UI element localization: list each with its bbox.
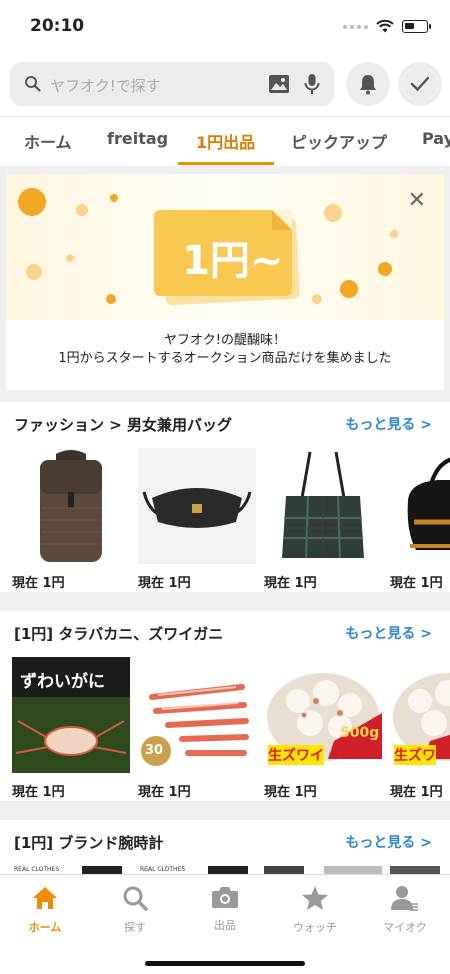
active-tab-indicator [178, 162, 274, 165]
tote-bag-image [264, 448, 382, 564]
count-badge: 30 [145, 743, 164, 758]
section-watches: [1円] ブランド腕時計 もっと見る > REAL CLOTHES REAL C… [0, 820, 450, 880]
banner-line-1: ヤフオク!の醍醐味！ [164, 333, 286, 348]
product-card[interactable]: 30 現在 1円 [138, 657, 256, 800]
battery-icon [402, 20, 431, 33]
section-title: [1円] タラバカニ、ズワイガニ [14, 625, 224, 643]
product-carousel: ずわいがに 現在 1円 30 現在 1円 500g 生ズワイ 現在 1円 生ズワ… [12, 657, 450, 800]
banner-description: ヤフオク!の醍醐味！ 1円からスタートするオークション商品だけを集めました [6, 332, 444, 368]
bell-icon [360, 75, 376, 95]
product-card[interactable]: 生ズワ 現在 1円 [390, 657, 450, 800]
star-icon [302, 886, 328, 910]
tabbar-home[interactable]: ホーム [5, 885, 85, 935]
tabbar-label: ホーム [28, 921, 62, 934]
product-price: 現在 1円 [264, 576, 317, 591]
boston-bag-image [390, 448, 450, 564]
crab-legs-image: 30 [138, 657, 256, 773]
tabbar-watch[interactable]: ウォッチ [275, 885, 355, 935]
waist-bag-image [138, 448, 256, 564]
product-card[interactable]: 現在 1円 [12, 448, 130, 591]
image-search-icon[interactable] [268, 74, 290, 94]
section-bags: ファッション > 男女兼用バッグ もっと見る > 現在 1円 現在 1円 現在 … [0, 402, 450, 592]
camera-icon [212, 887, 238, 908]
home-icon [33, 887, 57, 909]
product-price: 現在 1円 [390, 576, 443, 591]
product-price: 現在 1円 [12, 785, 65, 800]
bottom-tab-bar: ホーム 探す 出品 ウォッチ マイオク [0, 874, 450, 974]
search-icon [123, 886, 148, 911]
wifi-icon [376, 20, 394, 33]
product-card[interactable]: 現在 1円 [138, 448, 256, 591]
tab-pickup[interactable]: ピックアップ [291, 129, 387, 153]
close-banner-button[interactable]: ✕ [408, 188, 426, 213]
tab-1yen[interactable]: 1円出品 [196, 129, 255, 153]
tabbar-label: 出品 [214, 919, 236, 932]
product-price: 現在 1円 [390, 785, 443, 800]
raw-zuwai-label: 生ズワイ [268, 745, 324, 765]
todo-button[interactable] [398, 62, 442, 106]
search-row: ヤフオク!で探す [0, 54, 450, 116]
status-bar: 20:10 [0, 0, 450, 54]
category-tabs: ホーム freitag 1円出品 ピックアップ Pay [0, 116, 450, 166]
screen: 20:10 ヤフオク!で探す ホーム freitag 1円出品 ピックアップ P… [0, 0, 450, 974]
product-card[interactable]: 500g 生ズワイ 現在 1円 [264, 657, 382, 800]
see-more-link[interactable]: もっと見る > [345, 623, 432, 643]
watch-brand-label: REAL CLOTHES [14, 866, 60, 873]
backpack-image [12, 448, 130, 564]
product-price: 現在 1円 [264, 785, 317, 800]
tabbar-myauction[interactable]: マイオク [365, 885, 445, 935]
see-more-link[interactable]: もっと見る > [345, 414, 432, 434]
tabbar-label: マイオク [383, 921, 427, 934]
product-carousel: 現在 1円 現在 1円 現在 1円 現在 1円 [12, 448, 450, 591]
crab-meat-image-2: 生ズワ [390, 657, 450, 773]
section-title: [1円] ブランド腕時計 [14, 834, 164, 852]
product-card[interactable]: ずわいがに 現在 1円 [12, 657, 130, 800]
crab-image: ずわいがに [12, 657, 130, 773]
tabbar-sell[interactable]: 出品 [185, 885, 265, 933]
tab-home[interactable]: ホーム [24, 129, 72, 153]
banner-illustration: 1円~ [6, 174, 444, 320]
search-icon [25, 76, 41, 92]
product-card[interactable]: 現在 1円 [264, 448, 382, 591]
search-input[interactable]: ヤフオク!で探す [10, 62, 334, 106]
tabbar-search[interactable]: 探す [95, 885, 175, 935]
banner-line-2: 1円からスタートするオークション商品だけを集めました [58, 351, 392, 366]
tabbar-label: 探す [124, 921, 146, 934]
notification-button[interactable] [346, 62, 390, 106]
section-title: ファッション > 男女兼用バッグ [14, 416, 233, 434]
user-icon [391, 886, 418, 911]
mic-icon[interactable] [304, 73, 320, 95]
product-card[interactable]: 現在 1円 [390, 448, 450, 591]
signal-icon [343, 24, 368, 29]
product-price: 現在 1円 [138, 785, 191, 800]
one-yen-banner[interactable]: 1円~ ✕ ヤフオク!の醍醐味！ 1円からスタートするオークション商品だけを集め… [6, 174, 444, 390]
weight-label: 500g [340, 725, 380, 741]
tab-pay[interactable]: Pay [422, 129, 450, 148]
search-placeholder: ヤフオク!で探す [50, 77, 161, 95]
status-time: 20:10 [30, 16, 85, 36]
checkmark-icon [410, 76, 430, 92]
see-more-link[interactable]: もっと見る > [345, 832, 432, 852]
tab-freitag[interactable]: freitag [107, 129, 168, 148]
crab-label: ずわいがに [20, 672, 105, 692]
home-indicator [145, 961, 305, 966]
tabbar-label: ウォッチ [293, 921, 337, 934]
raw-zuwai-label: 生ズワ [394, 745, 436, 765]
product-price: 現在 1円 [138, 576, 191, 591]
product-price: 現在 1円 [12, 576, 65, 591]
status-icons [343, 20, 431, 33]
banner-art-text: 1円~ [182, 238, 284, 284]
crab-meat-image: 500g 生ズワイ [264, 657, 382, 773]
section-crabs: [1円] タラバカニ、ズワイガニ もっと見る > ずわいがに 現在 1円 30 … [0, 611, 450, 801]
watch-brand-label: REAL CLOTHES [140, 866, 186, 873]
